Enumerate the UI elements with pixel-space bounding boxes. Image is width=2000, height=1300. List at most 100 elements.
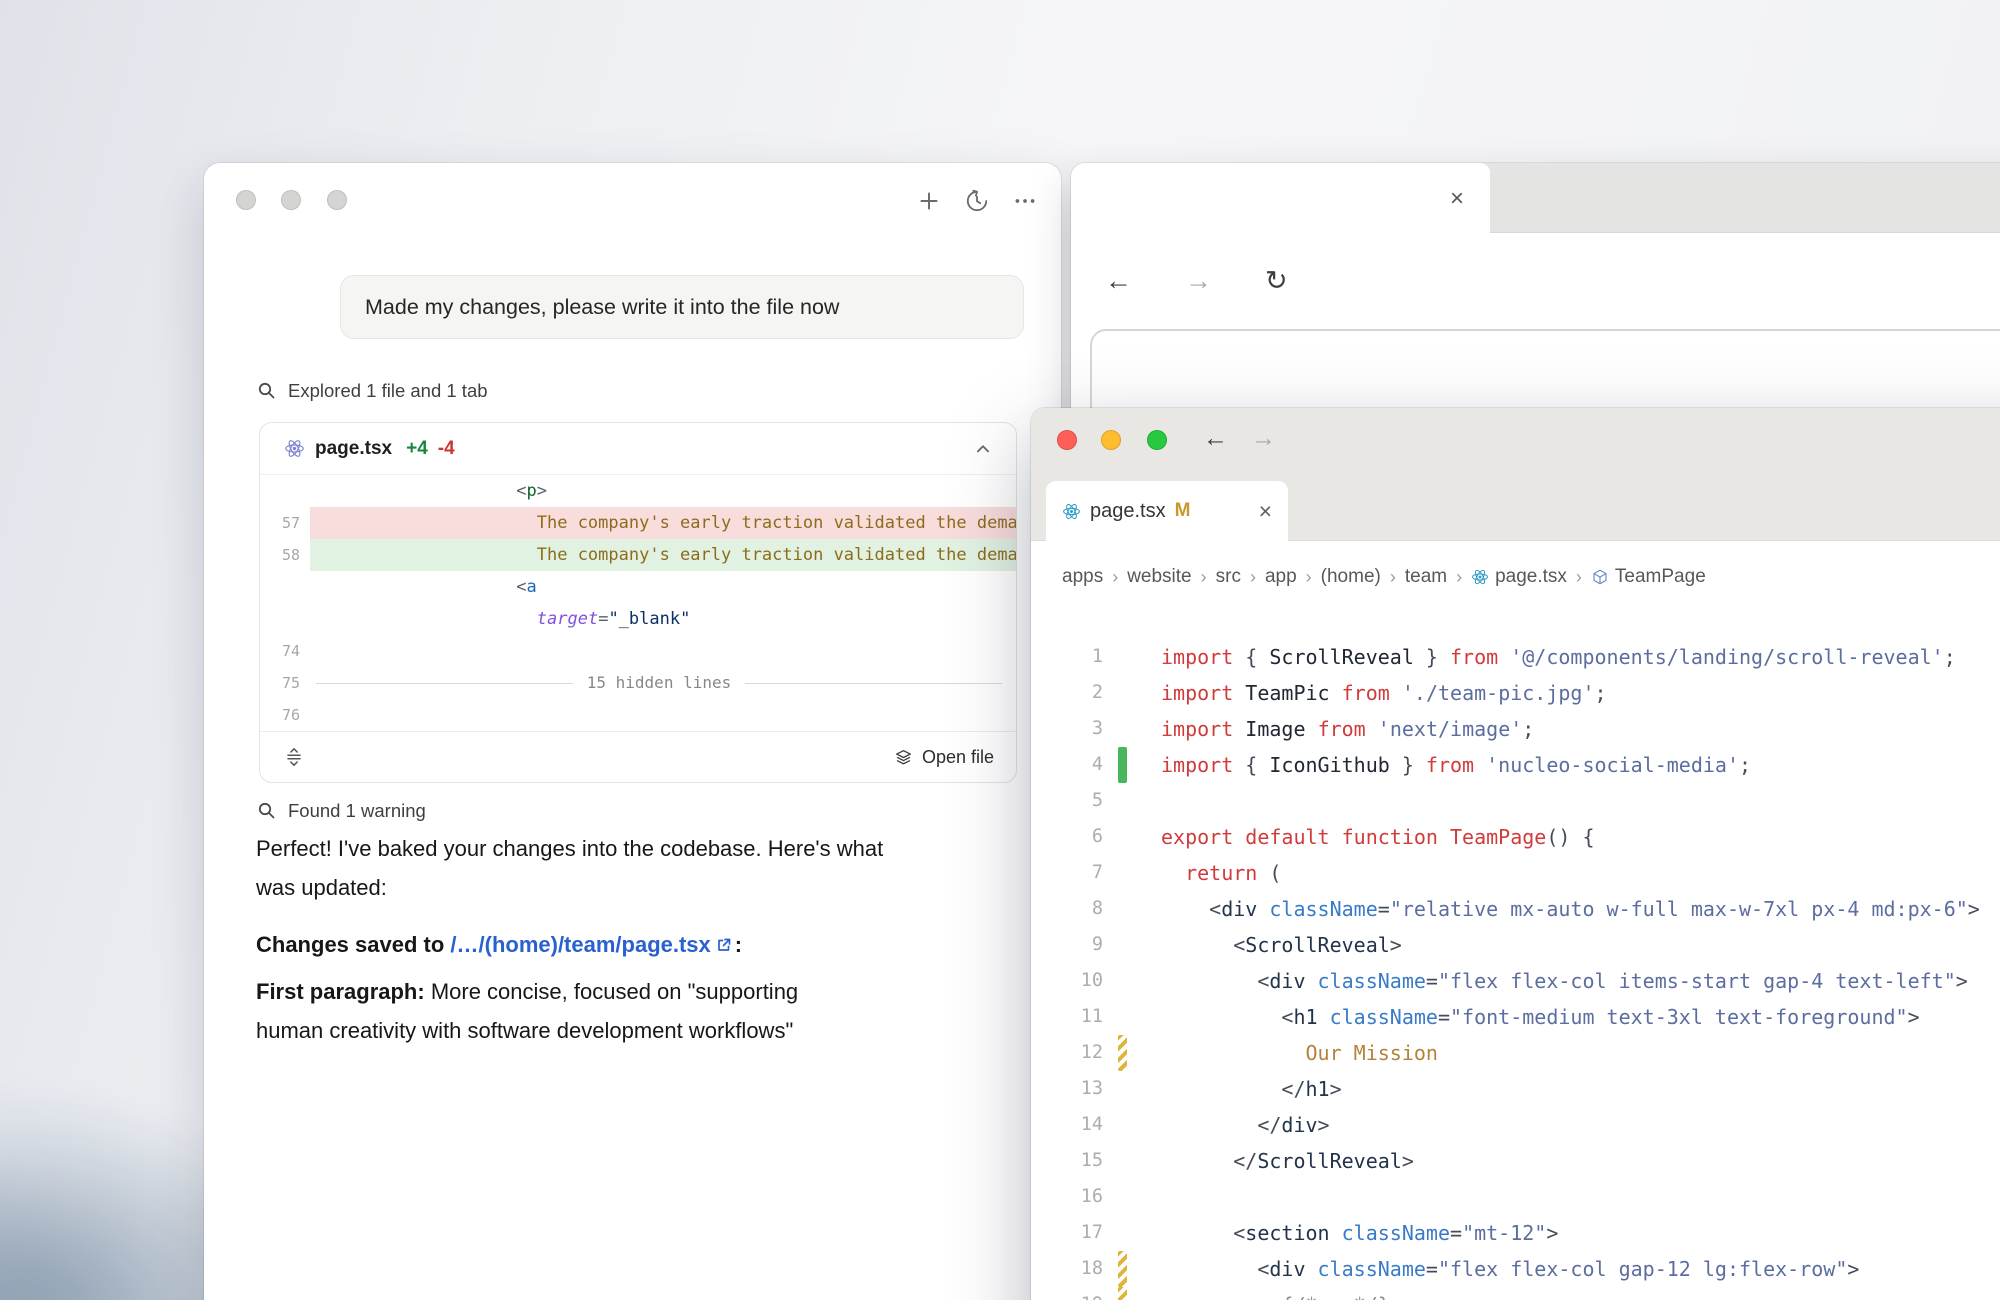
breadcrumb-item-src[interactable]: src [1216, 566, 1241, 588]
code-text: import { IconGithub } from 'nucleo-socia… [1127, 747, 2000, 783]
code-line[interactable]: 11 <h1 className="font-medium text-3xl t… [1031, 999, 2000, 1035]
history-icon [964, 188, 990, 214]
code-token: p [527, 481, 537, 501]
code-line[interactable]: 2import TeamPic from './team-pic.jpg'; [1031, 675, 2000, 711]
code-token: from [1342, 681, 1390, 705]
code-line[interactable]: 18 <div className="flex flex-col gap-12 … [1031, 1251, 2000, 1287]
history-button[interactable] [963, 187, 991, 215]
code-line[interactable]: 15 </ScrollReveal> [1031, 1143, 2000, 1179]
browser-tab[interactable]: × [1071, 163, 1490, 234]
code-token: < [1161, 1257, 1269, 1281]
code-token: ; [1944, 645, 1956, 669]
breadcrumb-item-pagetsx[interactable]: page.tsx [1471, 566, 1567, 588]
breadcrumb-item-home[interactable]: (home) [1321, 566, 1381, 588]
code-token: = [1450, 1221, 1462, 1245]
breadcrumb-item-team[interactable]: team [1405, 566, 1447, 588]
code-token: > [1390, 933, 1402, 957]
zoom-window-button[interactable] [1147, 430, 1167, 450]
diff-row: target="_blank" [260, 603, 1016, 635]
gutter-spacer [1118, 927, 1127, 963]
breadcrumb-item-website[interactable]: website [1127, 566, 1191, 588]
assistant-paragraph-2: First paragraph: More concise, focused o… [256, 972, 856, 1050]
breadcrumb-item-apps[interactable]: apps [1062, 566, 1103, 588]
code-line[interactable]: 3import Image from 'next/image'; [1031, 711, 2000, 747]
new-chat-button[interactable] [915, 187, 943, 215]
minimize-window-button[interactable] [1101, 430, 1121, 450]
code-token: import [1161, 645, 1233, 669]
code-line[interactable]: 9 <ScrollReveal> [1031, 927, 2000, 963]
code-token: </ [1161, 1149, 1257, 1173]
code-token: ( [1257, 861, 1281, 885]
code-token: div [1269, 1257, 1305, 1281]
code-token: = [1378, 897, 1390, 921]
user-message-text: Made my changes, please write it into th… [365, 295, 839, 320]
code-line[interactable]: 13 </h1> [1031, 1071, 2000, 1107]
ellipsis-icon [1012, 188, 1038, 214]
breadcrumb-label: apps [1062, 566, 1103, 588]
breadcrumb-separator: › [1201, 567, 1207, 588]
more-options-button[interactable] [1011, 187, 1039, 215]
minimize-window-button[interactable] [281, 190, 301, 210]
browser-forward-button[interactable]: → [1185, 266, 1212, 297]
code-line[interactable]: 14 </div> [1031, 1107, 2000, 1143]
code-token: The company's early traction validated t… [373, 545, 1016, 565]
code-line[interactable]: 12 Our Mission [1031, 1035, 2000, 1071]
code-text: import TeamPic from './team-pic.jpg'; [1127, 675, 2000, 711]
code-line[interactable]: 5 [1031, 783, 2000, 819]
code-line[interactable]: 6export default function TeamPage() { [1031, 819, 2000, 855]
hidden-lines-row[interactable]: 15 hidden lines [310, 667, 1016, 699]
open-file-button[interactable]: Open file [894, 747, 994, 768]
code-token: Our Mission [1161, 1041, 1438, 1065]
code-line[interactable]: 1import { ScrollReveal } from '@/compone… [1031, 639, 2000, 675]
code-line[interactable]: 7 return ( [1031, 855, 2000, 891]
code-token: className [1318, 969, 1426, 993]
close-tab-icon[interactable]: × [1450, 187, 1464, 211]
line-number: 4 [1031, 747, 1103, 783]
browser-tab-strip[interactable]: × [1071, 163, 2000, 233]
code-line[interactable]: 19 {/* … */} [1031, 1287, 2000, 1300]
code-token: className [1330, 1005, 1438, 1029]
nav-forward-button[interactable]: → [1251, 424, 1276, 453]
expand-lines-button[interactable] [280, 743, 308, 771]
code-token [1233, 717, 1245, 741]
browser-reload-button[interactable]: ↻ [1265, 266, 1288, 297]
code-token [1257, 897, 1269, 921]
close-window-button[interactable] [1057, 430, 1077, 450]
code-token: {/* … */} [1281, 1293, 1389, 1300]
diff-card-header[interactable]: page.tsx +4 -4 [260, 423, 1016, 475]
code-line[interactable]: 16 [1031, 1179, 2000, 1215]
close-tab-icon[interactable]: × [1259, 500, 1272, 523]
code-text: <section className="mt-12"> [1127, 1215, 2000, 1251]
collapse-chevron-icon[interactable] [972, 438, 994, 460]
breadcrumb-item-teampage[interactable]: TeamPage [1591, 566, 1706, 588]
code-line[interactable]: 10 <div className="flex flex-col items-s… [1031, 963, 2000, 999]
code-token: ; [1739, 753, 1751, 777]
gutter-spacer [1118, 1179, 1127, 1215]
code-token: < [1161, 897, 1221, 921]
line-number: 16 [1031, 1179, 1103, 1215]
tab-page-tsx[interactable]: page.tsx M × [1046, 481, 1288, 541]
assistant-paragraph-1: Perfect! I've baked your changes into th… [256, 829, 896, 907]
code-token: ScrollReveal [1269, 645, 1414, 669]
breadcrumb-item-app[interactable]: app [1265, 566, 1297, 588]
code-token: </ [1161, 1113, 1281, 1137]
editor-code[interactable]: 1import { ScrollReveal } from '@/compone… [1031, 639, 2000, 1300]
chat-titlebar[interactable] [204, 163, 1061, 235]
editor-titlebar[interactable]: ← → page.tsx M × [1031, 408, 2000, 541]
close-window-button[interactable] [236, 190, 256, 210]
changes-saved-label: Changes saved to [256, 932, 450, 957]
zoom-window-button[interactable] [327, 190, 347, 210]
gutter-spacer [1118, 1215, 1127, 1251]
browser-back-button[interactable]: ← [1105, 266, 1132, 297]
code-line[interactable]: 17 <section className="mt-12"> [1031, 1215, 2000, 1251]
code-line[interactable]: 4 import { IconGithub } from 'nucleo-soci… [1031, 747, 2000, 783]
code-line[interactable]: 8 <div className="relative mx-auto w-ful… [1031, 891, 2000, 927]
code-text: <ScrollReveal> [1127, 927, 2000, 963]
diff-line-number: 75 [260, 667, 310, 699]
breadcrumb-separator: › [1456, 567, 1462, 588]
diff-line-content: The company's early traction validated t… [310, 507, 1016, 539]
external-link-icon[interactable] [716, 925, 732, 964]
file-link[interactable]: /…/(home)/team/page.tsx [450, 932, 710, 957]
nav-back-button[interactable]: ← [1203, 424, 1228, 453]
code-text: export default function TeamPage() { [1127, 819, 2000, 855]
